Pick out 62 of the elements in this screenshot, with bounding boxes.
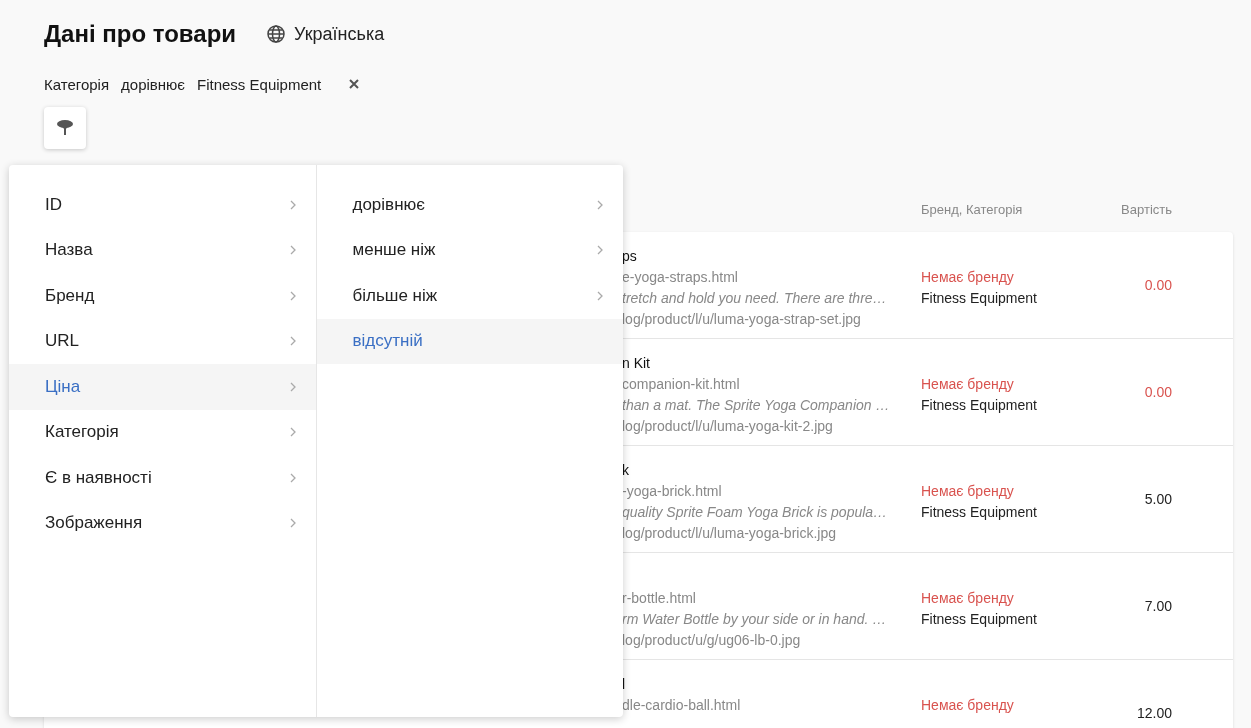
filter-field: Категорія [44,75,110,93]
price-text: 0.00 [1144,384,1172,400]
column-header: Вартість [1120,202,1172,219]
category-text: Fitness Equipment [921,610,1038,629]
operator-menu-item[interactable]: більше ніж [316,273,623,319]
language-selector[interactable]: Українська [266,23,385,45]
field-menu-item[interactable]: Категорія [9,409,316,455]
product-description: rm Water Bottle by your side or in hand. … [622,610,888,629]
image-url: log/product/l/u/luma-yoga-kit-2.jpg [622,417,834,436]
product-title: n Kit [622,354,651,373]
operator-menu-item[interactable]: менше ніж [316,227,623,273]
brand-text: Немає бренду [921,482,1015,501]
close-icon[interactable] [349,79,360,89]
product-url: -yoga-brick.html [622,482,723,501]
image-url: log/product/u/g/ug06-lb-0.jpg [622,631,802,650]
brand-text: Немає бренду [921,696,1015,715]
price-text: 0.00 [1144,277,1172,293]
chevron-right-icon [289,290,296,301]
category-text: Fitness Equipment [921,289,1038,308]
price-text: 12.00 [1136,705,1172,721]
brand-text: Немає бренду [921,268,1015,287]
product-url: r-bottle.html [622,589,697,608]
chevron-right-icon [289,336,296,347]
image-url: log/product/l/u/luma-yoga-strap-set.jpg [622,310,862,329]
chevron-right-icon [289,472,296,483]
field-menu-item[interactable]: Назва [9,227,316,273]
price-text: 5.00 [1144,491,1172,507]
product-description: quality Sprite Foam Yoga Brick is popula… [622,503,889,522]
chevron-right-icon [289,199,296,210]
field-menu-item[interactable]: URL [9,318,316,364]
field-menu-item[interactable]: Зображення [9,500,316,546]
chevron-right-icon [289,427,296,438]
operator-menu-item[interactable]: відсутній [316,318,623,364]
product-description: tretch and hold you need. There are thre… [622,289,888,308]
page-title: Дані про товари [44,20,237,48]
brand-text: Немає бренду [921,589,1015,608]
funnel-icon [56,120,74,136]
filter-value: Fitness Equipment [197,75,322,93]
product-url: companion-kit.html [622,375,741,394]
product-url: e-yoga-straps.html [622,268,739,287]
category-text: Fitness Equipment [921,503,1038,522]
chevron-right-icon [289,518,296,529]
field-menu-item[interactable]: Є в наявності [9,455,316,501]
image-url: log/product/l/u/luma-yoga-brick.jpg [622,524,837,543]
price-text: 7.00 [1144,598,1172,614]
chevron-right-icon [289,245,296,256]
brand-text: Немає бренду [921,375,1015,394]
field-menu-item[interactable]: ID [9,182,316,228]
column-header: Бренд, Категорія [921,202,1024,219]
operator-menu-item[interactable]: дорівнює [316,182,623,228]
filter-button[interactable] [44,107,86,149]
globe-icon [266,24,287,44]
field-menu-item[interactable]: Ціна [9,364,316,410]
product-description: than a mat. The Sprite Yoga Companion … [622,396,891,415]
product-title: l [622,675,627,694]
field-menu-item[interactable]: Бренд [9,273,316,319]
product-title: ps [622,247,638,266]
product-title: k [622,461,630,480]
product-url: dle-cardio-ball.html [622,696,742,715]
category-text: Fitness Equipment [921,396,1038,415]
chevron-right-icon [289,381,296,392]
filter-operator: дорівнює [121,75,185,93]
